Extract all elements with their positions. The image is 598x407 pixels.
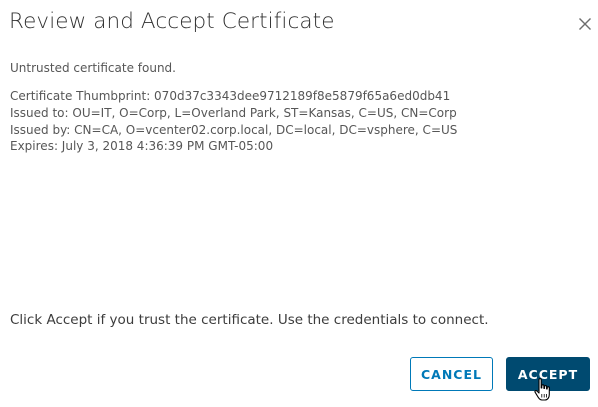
- close-icon[interactable]: [575, 14, 595, 34]
- cancel-button[interactable]: CANCEL: [410, 357, 493, 391]
- certificate-issued-by: Issued by: CN=CA, O=vcenter02.corp.local…: [10, 122, 458, 137]
- certificate-details: Certificate Thumbprint: 070d37c3343dee97…: [10, 88, 457, 155]
- untrusted-message: Untrusted certificate found.: [10, 61, 176, 75]
- certificate-dialog: Review and Accept Certificate Untrusted …: [0, 0, 598, 406]
- accept-button[interactable]: ACCEPT: [506, 357, 590, 391]
- certificate-issued-to: Issued to: OU=IT, O=Corp, L=Overland Par…: [10, 105, 457, 120]
- dialog-title: Review and Accept Certificate: [9, 9, 335, 34]
- trust-instruction: Click Accept if you trust the certificat…: [10, 312, 489, 328]
- certificate-expires: Expires: July 3, 2018 4:36:39 PM GMT-05:…: [10, 139, 274, 154]
- certificate-thumbprint: Certificate Thumbprint: 070d37c3343dee97…: [10, 89, 451, 103]
